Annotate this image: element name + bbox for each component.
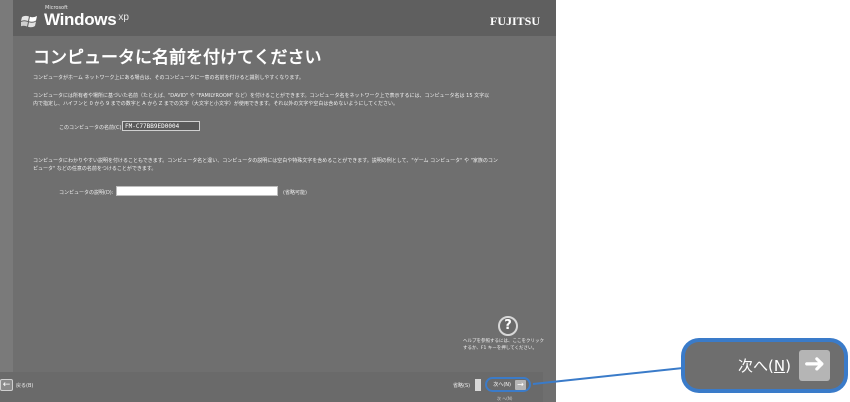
microsoft-label: Microsoft (45, 5, 68, 11)
fujitsu-logo: FUJITSU (489, 14, 540, 28)
intro-paragraph: コンピュータがホーム ネットワーク上にある場合は、そのコンピュータに一意の名前を… (33, 75, 304, 81)
zoom-next-label: 次へ(N) (738, 357, 791, 375)
scrollbar-handle-icon (475, 379, 481, 391)
windows-logo: Microsoft Windows xp (21, 5, 129, 30)
windows-flag-icon (21, 15, 37, 28)
naming-rules-line-1: コンピュータには所有者や場所に基づいた名前（たとえば、"DAVID" や "FA… (33, 93, 490, 99)
next-label: 次へ(N) (493, 382, 511, 388)
computer-description-input[interactable] (116, 186, 278, 196)
help-text-line-2: するか、F1 キーを押してください。 (463, 346, 538, 351)
description-info-line-2: ピュータ" などの任意の名前をつけることができます。 (33, 166, 157, 172)
computer-name-input[interactable] (122, 121, 200, 131)
setup-screen: Microsoft Windows xp FUJITSU コンピュータに名前を付… (0, 0, 556, 402)
windows-wordmark: Windows (44, 10, 117, 29)
computer-description-label: コンピュータの説明(D): (59, 190, 114, 196)
xp-wordmark: xp (118, 12, 129, 23)
back-button[interactable]: ← 戻る(B) (0, 379, 33, 391)
back-arrow-icon: ← (0, 379, 13, 391)
naming-rules-line-2: 内で指定し、ハイフンと 0 から 9 までの数字と A から Z までの文字（大… (33, 101, 399, 107)
page-title: コンピュータに名前を付けてください (33, 48, 322, 68)
next-arrow-icon: → (515, 379, 526, 390)
next-caption: 次 へ(N) (497, 396, 513, 401)
optional-note: (省略可能) (283, 190, 307, 196)
top-bar: Microsoft Windows xp FUJITSU (13, 0, 556, 36)
help-icon[interactable]: ? (498, 316, 518, 336)
computer-name-label: このコンピュータの名前(C): (59, 125, 124, 131)
next-button[interactable]: 次へ(N) → (485, 377, 531, 392)
help-text-line-1: ヘルプを参照するには、ここをクリック (463, 339, 544, 344)
zoom-next-arrow-icon: ➜ (799, 350, 830, 381)
back-label: 戻る(B) (16, 382, 34, 389)
setup-panel: Microsoft Windows xp FUJITSU コンピュータに名前を付… (13, 0, 556, 402)
zoom-next-button: 次へ(N) ➜ (685, 342, 844, 389)
help-text: ヘルプを参照するには、ここをクリック するか、F1 キーを押してください。 (463, 338, 544, 352)
description-info-line-1: コンピュータにわかりやすい説明を付けることもできます。コンピュータ名と違い、コン… (33, 158, 498, 164)
zoom-callout: 次へ(N) ➜ (681, 338, 848, 393)
skip-button[interactable]: 省略(S) (453, 382, 470, 389)
